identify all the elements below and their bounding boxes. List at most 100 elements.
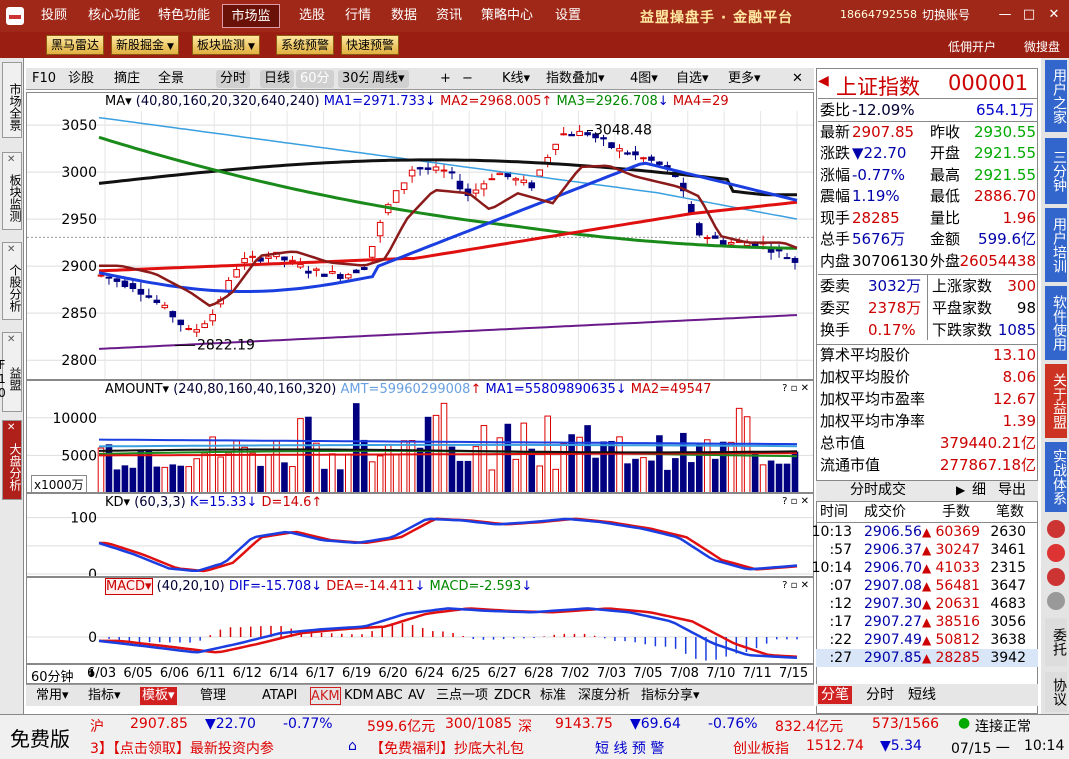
open-account-link[interactable]: 低佣开户	[948, 38, 996, 55]
chart-toolbar-item[interactable]: 周线▾	[368, 70, 409, 88]
cy-price[interactable]: 1512.74	[806, 738, 864, 754]
indicator-tab[interactable]: 管理	[200, 687, 226, 705]
menu-item[interactable]: 特色功能	[152, 4, 216, 28]
chart-toolbar-item[interactable]: 4图▾	[630, 70, 658, 88]
indicator-tab[interactable]: 标准	[540, 687, 566, 705]
macd-indicator-dropdown[interactable]: MACD▾	[105, 578, 153, 595]
chart-toolbar-item[interactable]: 更多▾	[728, 70, 761, 88]
amount-pane[interactable]: 10000 5000 AMOUNT▾ (240,80,160,40,160,320…	[26, 380, 814, 493]
home-icon[interactable]: ⌂	[348, 738, 357, 754]
pane-controls[interactable]: ? ▫ ✕	[782, 580, 809, 591]
chart-toolbar-item[interactable]: 指数叠加▾	[546, 70, 605, 88]
tick-view-tab[interactable]: 短线	[908, 686, 936, 704]
pane-controls[interactable]: ? ▫ ✕	[782, 383, 809, 394]
menu-item[interactable]: 核心功能	[82, 4, 146, 28]
system-alert-button[interactable]: 系统预警	[276, 35, 335, 55]
prev-arrow-icon[interactable]: ◀	[818, 73, 829, 89]
tick-row[interactable]: :57 2906.37 ▲ 30247 3461	[818, 541, 1038, 559]
right-service-tab[interactable]: 委托	[1045, 618, 1067, 666]
chart-toolbar-item[interactable]: ✕	[792, 70, 803, 88]
mail-icon[interactable]	[1047, 592, 1065, 610]
play-icon[interactable]: ▶	[956, 480, 965, 501]
chart-toolbar-item[interactable]: F10	[32, 70, 56, 88]
quick-alert-button[interactable]: 快速预警	[341, 35, 400, 55]
right-service-tab[interactable]: 实战体系	[1045, 442, 1067, 512]
indicator-tab[interactable]: 指标分享▾	[641, 687, 700, 705]
tick-row[interactable]: :17 2907.27 ▲ 38516 3056	[818, 613, 1038, 631]
sh-price[interactable]: 2907.85	[130, 716, 188, 732]
switch-account-link[interactable]: 切换账号	[922, 6, 970, 23]
tab-market-analysis[interactable]: ✕ 大盘分析	[2, 420, 22, 500]
indicator-tab[interactable]: 三点一项	[436, 687, 488, 705]
menu-item[interactable]: 选股	[292, 4, 332, 28]
tick-detail-tab[interactable]: 细	[972, 480, 986, 501]
close-tab-icon[interactable]: ✕	[7, 333, 15, 346]
indicator-tab[interactable]: AKM	[310, 687, 341, 705]
indicator-tab[interactable]: ABC	[376, 687, 403, 705]
menu-item[interactable]: 数据	[384, 4, 424, 28]
chart-toolbar-item[interactable]: 全景	[158, 70, 184, 88]
chart-toolbar-item[interactable]: 自选▾	[676, 70, 709, 88]
tab-market-overview[interactable]: 市场全景	[2, 62, 22, 138]
kd-pane[interactable]: 100 0 KD▾ (60,3,3) K=15.33↓ D=14.6↑ ? ▫ ✕	[26, 493, 814, 577]
tick-export-tab[interactable]: 导出	[998, 480, 1026, 501]
news-ticker-2[interactable]: 【免费福利】抄底大礼包	[370, 738, 524, 758]
maximize-icon[interactable]: □	[1019, 6, 1039, 24]
chart-toolbar-item[interactable]: +	[440, 70, 451, 88]
right-service-tab[interactable]: 三分钟	[1045, 138, 1067, 204]
kd-indicator-dropdown[interactable]: KD▾	[105, 495, 130, 510]
new-stock-button[interactable]: 新股掘金 ▼	[111, 35, 179, 55]
qq-icon[interactable]	[1047, 568, 1065, 586]
price-pane[interactable]: MA▾ (40,80,160,20,320,640,240) MA1=2971.…	[26, 92, 814, 380]
tick-row[interactable]: :12 2907.30 ▲ 20631 4683	[818, 595, 1038, 613]
chart-toolbar-item[interactable]: 60分	[296, 70, 334, 88]
menu-item[interactable]: 市场监测	[222, 4, 280, 48]
menu-item[interactable]: 投顾	[32, 4, 76, 28]
tick-row[interactable]: :07 2907.08 ▲ 56481 3647	[818, 577, 1038, 595]
tab-sector-monitor[interactable]: ✕ 板块监测	[2, 152, 22, 230]
news-ticker-1[interactable]: 3】【点击领取】最新投资内参	[90, 738, 274, 758]
indicator-tab[interactable]: 常用▾	[36, 687, 69, 705]
chart-toolbar-item[interactable]: 诊股	[68, 70, 94, 88]
tab-f10[interactable]: ✕ 益盟F10	[0, 332, 22, 412]
chart-toolbar-item[interactable]: −	[462, 70, 473, 88]
tick-row[interactable]: :22 2907.49 ▲ 50812 3638	[818, 631, 1038, 649]
tick-row[interactable]: 10:13 2906.56 ▲ 60369 2630	[812, 523, 1038, 541]
chart-toolbar-item[interactable]: 分时	[216, 70, 251, 88]
short-alert-label[interactable]: 短 线 预 警	[595, 738, 664, 758]
black-horse-radar-button[interactable]: 黑马雷达	[46, 35, 105, 55]
wei-sou-pan-link[interactable]: 微搜盘	[1024, 38, 1060, 55]
minimize-icon[interactable]: —	[995, 6, 1015, 24]
right-service-tab[interactable]: 用户培训	[1045, 208, 1067, 282]
right-service-tab[interactable]: 关于益盟	[1045, 364, 1067, 438]
period-label[interactable]: 60分钟	[31, 666, 74, 685]
indicator-tab[interactable]: AV	[408, 687, 425, 705]
menu-item[interactable]: 行情	[338, 4, 378, 28]
chart-toolbar-item[interactable]: 摘庄	[114, 70, 140, 88]
indicator-tab[interactable]: ATAPI	[262, 687, 297, 705]
tick-view-tab[interactable]: 分笔	[818, 686, 852, 704]
close-tab-icon[interactable]: ✕	[7, 243, 15, 256]
indicator-tab[interactable]: 深度分析	[578, 687, 630, 705]
menu-item[interactable]: 资讯	[429, 4, 469, 28]
indicator-tab[interactable]: ZDCR	[494, 687, 531, 705]
indicator-tab[interactable]: KDM	[344, 687, 374, 705]
chart-toolbar-item[interactable]: K线▾	[502, 70, 530, 88]
right-service-tab[interactable]: 软件使用	[1045, 286, 1067, 360]
macd-pane[interactable]: 0 MACD▾ (40,20,10) DIF=-15.708↓ DEA=-14.…	[26, 577, 814, 664]
sz-price[interactable]: 9143.75	[555, 716, 613, 732]
tick-row[interactable]: :27 2907.85 ▲ 28285 3942	[818, 649, 1038, 667]
weibo-icon[interactable]	[1047, 520, 1065, 538]
amount-indicator-dropdown[interactable]: AMOUNT▾	[105, 382, 169, 397]
right-service-tab[interactable]: 协议	[1045, 672, 1067, 712]
chart-toolbar-item[interactable]: 日线	[260, 70, 295, 88]
close-tab-icon[interactable]: ✕	[7, 421, 15, 434]
close-icon[interactable]: ✕	[1044, 6, 1064, 24]
menu-item[interactable]: 策略中心	[474, 4, 540, 28]
pane-controls[interactable]: ? ▫ ✕	[782, 496, 809, 507]
indicator-tab[interactable]: 指标▾	[88, 687, 121, 705]
tick-row[interactable]: 10:14 2906.70 ▲ 41033 2315	[812, 559, 1038, 577]
tab-stock-analysis[interactable]: ✕ 个股分析	[2, 242, 22, 320]
tick-view-tab[interactable]: 分时	[866, 686, 894, 704]
wechat-icon[interactable]	[1047, 544, 1065, 562]
